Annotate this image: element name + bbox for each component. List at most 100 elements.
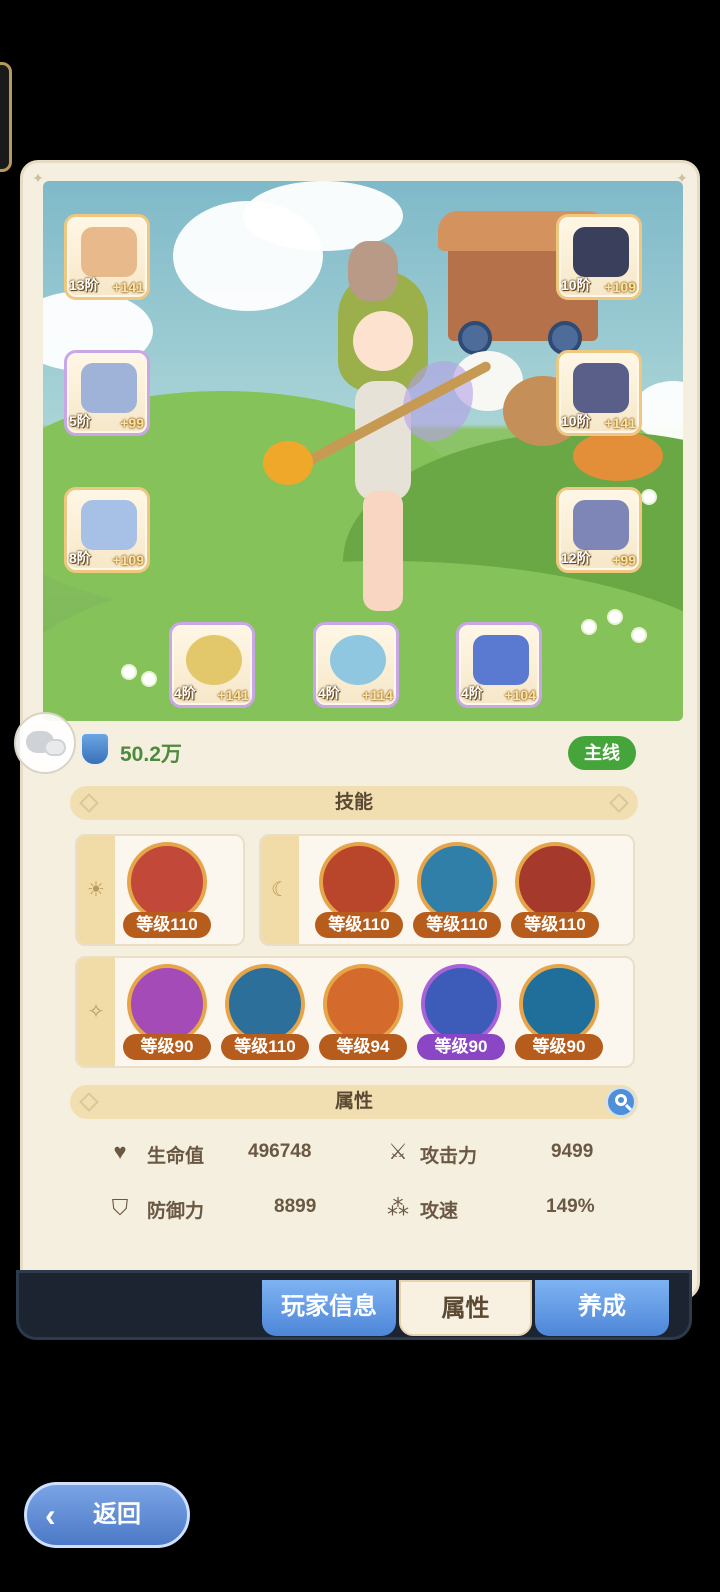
chat-button[interactable] bbox=[14, 712, 76, 774]
diamond-deco-icon bbox=[79, 1092, 99, 1112]
equip-bonus: +141 bbox=[112, 279, 144, 295]
skill-slot[interactable]: 等级110 bbox=[511, 840, 599, 942]
equip-level: 10阶 bbox=[561, 277, 591, 293]
skill-icon bbox=[417, 842, 497, 922]
moon-icon: ☾ bbox=[261, 836, 299, 944]
skill-group-star: ✧ 等级90 等级110 等级94 等级90 等级90 bbox=[75, 956, 635, 1068]
equip-level: 8阶 bbox=[69, 550, 91, 566]
ring-icon bbox=[186, 635, 242, 685]
back-arrow-icon: ‹ bbox=[45, 1497, 56, 1533]
attack-value: 9499 bbox=[551, 1141, 594, 1162]
boots-icon bbox=[573, 500, 629, 550]
equip-slot-gauntlet[interactable]: 10阶 +141 bbox=[556, 350, 642, 436]
equip-level: 4阶 bbox=[461, 685, 483, 701]
sun-icon: ☀ bbox=[77, 836, 115, 944]
skill-level: 等级110 bbox=[413, 912, 501, 938]
equip-slot-armor[interactable]: 5阶 +99 bbox=[64, 350, 150, 436]
tab-attributes[interactable]: 属性 bbox=[399, 1280, 532, 1336]
skill-icon bbox=[225, 964, 305, 1044]
tab-develop[interactable]: 养成 bbox=[535, 1280, 669, 1336]
skill-icon bbox=[519, 964, 599, 1044]
equip-bonus: +114 bbox=[362, 687, 393, 703]
shield-icon: ⛉ bbox=[111, 1195, 129, 1220]
equip-bonus: +99 bbox=[612, 552, 636, 568]
necklace-icon bbox=[330, 635, 386, 685]
attributes-header: 属性 bbox=[70, 1085, 638, 1119]
skill-slot[interactable]: 等级94 bbox=[319, 962, 407, 1064]
equip-slot-boots[interactable]: 12阶 +99 bbox=[556, 487, 642, 573]
attack-speed-icon: ⁂ bbox=[387, 1195, 409, 1220]
equip-level: 13阶 bbox=[69, 277, 99, 293]
equip-level: 4阶 bbox=[318, 685, 340, 701]
equip-slot-ring[interactable]: 4阶 +141 bbox=[169, 622, 255, 708]
charm-icon bbox=[473, 635, 529, 685]
equip-slot-bow[interactable]: 13阶 +141 bbox=[64, 214, 150, 300]
skill-group-sun: ☀ 等级110 bbox=[75, 834, 245, 946]
mainline-badge[interactable]: 主线 bbox=[568, 736, 636, 770]
hp-label: 生命值 bbox=[147, 1146, 205, 1167]
equip-slot-helmet[interactable]: 10阶 +109 bbox=[556, 214, 642, 300]
skill-slot[interactable]: 等级90 bbox=[123, 962, 211, 1064]
skill-level: 等级90 bbox=[417, 1034, 505, 1060]
skill-level: 等级110 bbox=[123, 912, 211, 938]
skills-title: 技能 bbox=[334, 792, 373, 813]
bow-icon bbox=[81, 227, 137, 277]
combat-power-icon bbox=[80, 732, 110, 766]
gauntlet-icon bbox=[573, 363, 629, 413]
skill-icon bbox=[323, 964, 403, 1044]
back-button[interactable]: ‹ 返回 bbox=[24, 1482, 190, 1548]
skill-level: 等级110 bbox=[315, 912, 403, 938]
back-label: 返回 bbox=[93, 1501, 141, 1528]
character-panel: ✦ ✦ ✦ ✦ bbox=[20, 160, 700, 1300]
defense-value: 8899 bbox=[274, 1196, 317, 1217]
skill-icon bbox=[319, 842, 399, 922]
skill-slot[interactable]: 等级110 bbox=[315, 840, 403, 942]
skill-level: 等级90 bbox=[123, 1034, 211, 1060]
skill-slot[interactable]: 等级110 bbox=[123, 840, 211, 942]
player-character bbox=[263, 241, 493, 631]
skill-icon bbox=[515, 842, 595, 922]
fox-pet bbox=[573, 431, 663, 481]
skill-level: 等级110 bbox=[221, 1034, 309, 1060]
diamond-deco-icon bbox=[79, 793, 99, 813]
crossed-swords-icon: ⚔ bbox=[388, 1139, 408, 1164]
hp-value: 496748 bbox=[248, 1141, 312, 1162]
skill-group-moon: ☾ 等级110 等级110 等级110 bbox=[259, 834, 635, 946]
equip-bonus: +99 bbox=[120, 415, 144, 431]
helmet-icon bbox=[573, 227, 629, 277]
combat-power-value: 50.2万 bbox=[120, 743, 182, 766]
side-tab[interactable] bbox=[0, 62, 12, 172]
skill-level: 等级90 bbox=[515, 1034, 603, 1060]
skill-slot[interactable]: 等级110 bbox=[413, 840, 501, 942]
equip-slot-necklace[interactable]: 4阶 +114 bbox=[313, 622, 399, 708]
skill-slot[interactable]: 等级90 bbox=[417, 962, 505, 1064]
equip-bonus: +141 bbox=[604, 415, 636, 431]
equip-level: 12阶 bbox=[561, 550, 591, 566]
attack-speed-value: 149% bbox=[546, 1196, 595, 1217]
heart-icon: ♥ bbox=[113, 1139, 127, 1164]
pants-icon bbox=[81, 500, 137, 550]
attribute-detail-button[interactable] bbox=[606, 1087, 636, 1117]
tab-player-info[interactable]: 玩家信息 bbox=[262, 1280, 396, 1336]
star-icon: ✧ bbox=[77, 958, 115, 1066]
skill-level: 等级94 bbox=[319, 1034, 407, 1060]
attack-speed-label: 攻速 bbox=[420, 1201, 459, 1222]
equip-level: 4阶 bbox=[174, 685, 196, 701]
skill-slot[interactable]: 等级90 bbox=[515, 962, 603, 1064]
equip-bonus: +109 bbox=[604, 279, 636, 295]
skill-icon bbox=[421, 964, 501, 1044]
armor-icon bbox=[81, 363, 137, 413]
skill-icon bbox=[127, 964, 207, 1044]
skill-icon bbox=[127, 842, 207, 922]
skills-header: 技能 bbox=[70, 786, 638, 820]
skill-slot[interactable]: 等级110 bbox=[221, 962, 309, 1064]
equip-slot-pants[interactable]: 8阶 +109 bbox=[64, 487, 150, 573]
equip-slot-charm[interactable]: 4阶 +104 bbox=[456, 622, 542, 708]
defense-label: 防御力 bbox=[147, 1201, 205, 1222]
equip-bonus: +109 bbox=[112, 552, 144, 568]
equip-bonus: +104 bbox=[504, 687, 536, 703]
equip-level: 5阶 bbox=[69, 413, 91, 429]
equip-bonus: +141 bbox=[217, 687, 249, 703]
skill-level: 等级110 bbox=[511, 912, 599, 938]
chat-bubble-icon bbox=[44, 739, 66, 756]
